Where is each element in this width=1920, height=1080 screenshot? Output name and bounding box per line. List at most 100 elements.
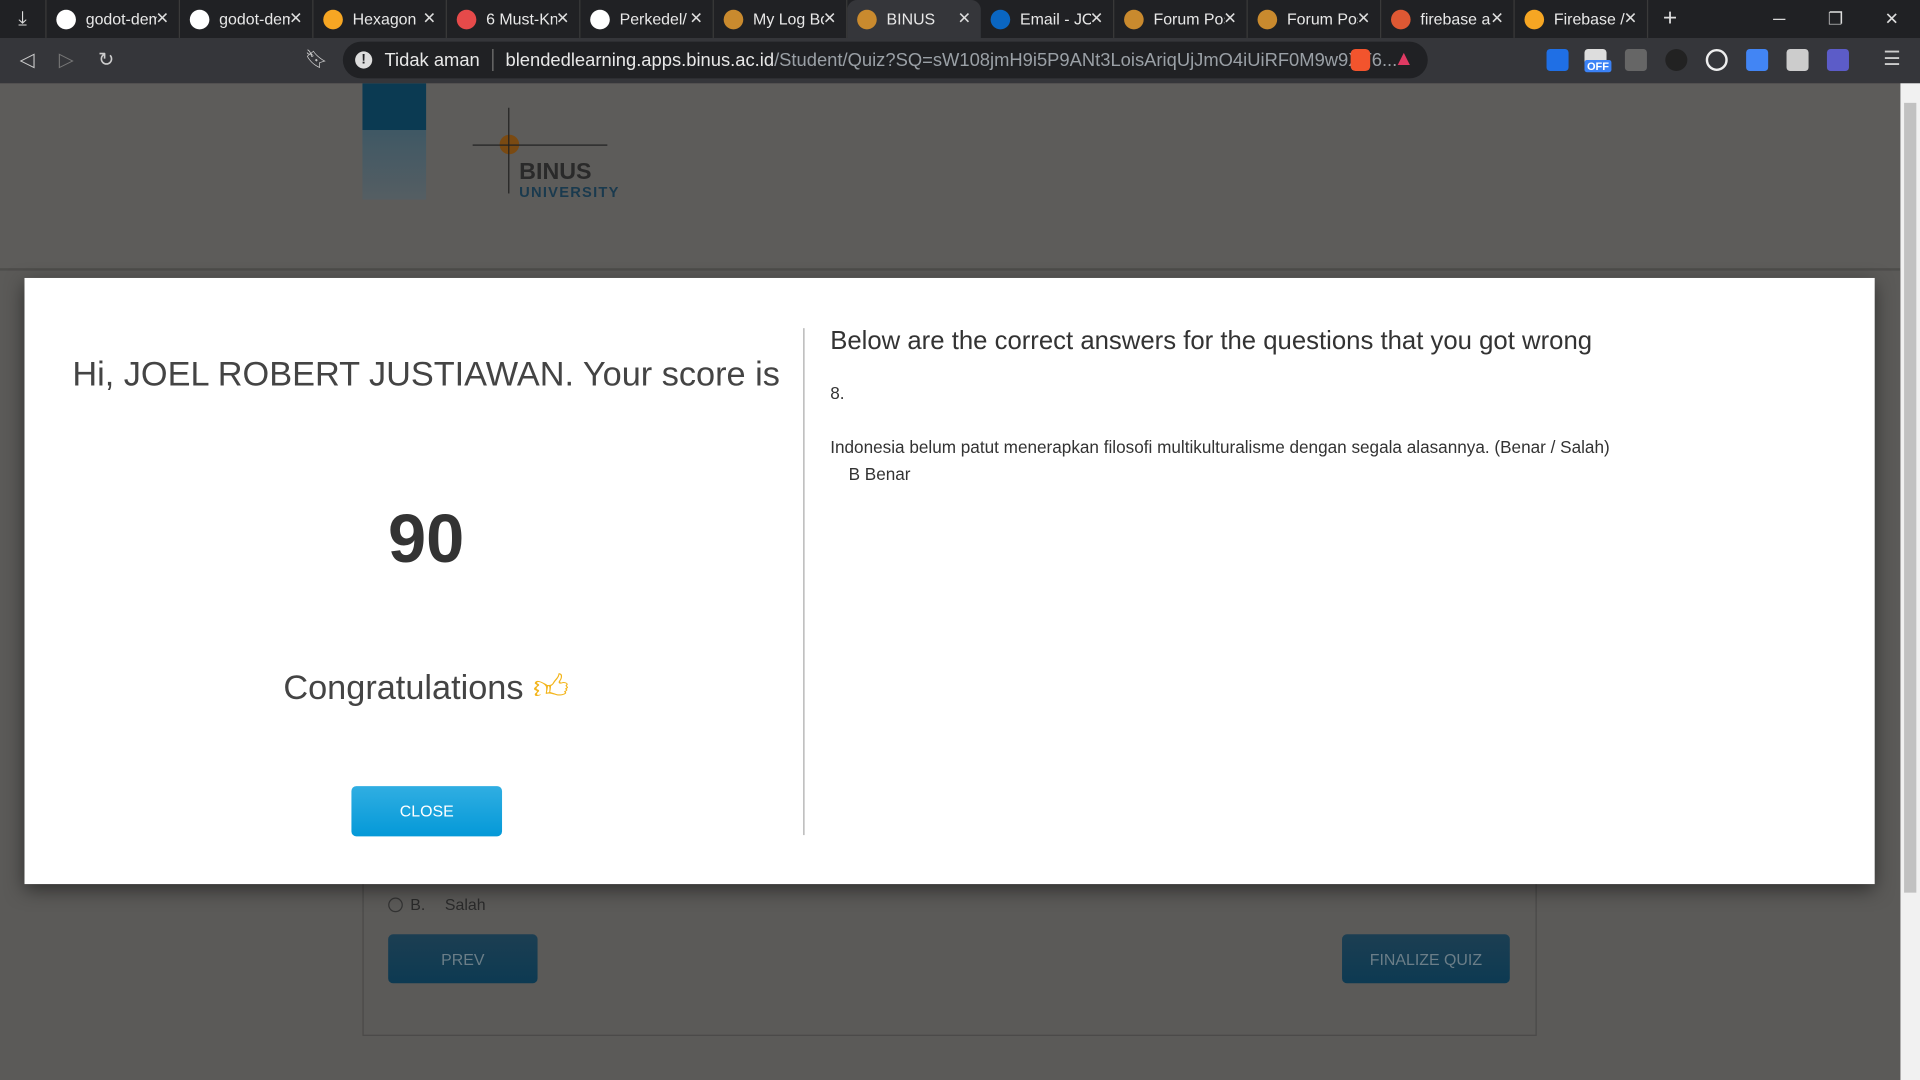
scrollbar-thumb[interactable] <box>1904 102 1917 893</box>
tab-close-icon[interactable]: ✕ <box>1490 9 1503 29</box>
tab-11[interactable]: Firebase / ✕ <box>1515 0 1649 38</box>
option-letter: B. <box>410 895 426 914</box>
tab-title: Firebase / <box>1553 9 1625 29</box>
minimize-button[interactable]: ─ <box>1751 0 1807 38</box>
new-tab-button[interactable]: + <box>1663 5 1677 33</box>
url-path: /Student/Quiz?SQ=sW108jmH9i5P9ANt3LoisAr… <box>774 49 1398 71</box>
option-b[interactable]: B. Salah <box>388 895 486 914</box>
back-button[interactable]: ◁ <box>20 48 35 72</box>
congrats-line: Congratulations 👍︎ <box>24 667 827 709</box>
tab-8[interactable]: Forum Posting✕ <box>1114 0 1248 38</box>
download-icon[interactable]: ⤓ <box>0 0 47 38</box>
option-text: Salah <box>444 895 486 914</box>
tab-favicon-icon <box>990 9 1011 29</box>
wrong-answers-panel: Below are the correct answers for the qu… <box>830 327 1610 484</box>
address-bar[interactable]: ! Tidak aman blendedlearning.apps.binus.… <box>342 41 1428 79</box>
browser-window: ⤓ godot-demo✕godot-demo✕Hexagon✕6 Must-K… <box>0 0 1920 1080</box>
translate-icon[interactable] <box>1746 48 1769 72</box>
tab-close-icon[interactable]: ✕ <box>423 9 436 29</box>
tab-favicon-icon <box>1257 9 1278 29</box>
wrong-answers-title: Below are the correct answers for the qu… <box>830 326 1593 356</box>
tab-title: Forum Posting <box>1286 9 1358 29</box>
binus-logo: BINUS UNIVERSITY <box>472 107 632 206</box>
extension-off-icon[interactable]: OFF <box>1584 48 1612 73</box>
cursor-extension-icon[interactable] <box>1826 48 1849 72</box>
prev-button[interactable]: PREV <box>388 934 538 984</box>
tab-6[interactable]: BINUS ✕ <box>847 0 981 38</box>
congrats-text: Congratulations <box>283 668 524 707</box>
tab-close-icon[interactable]: ✕ <box>958 9 971 29</box>
tab-favicon-icon <box>1391 9 1411 29</box>
bitwarden-icon[interactable] <box>1546 48 1569 72</box>
forward-button[interactable]: ▷ <box>59 48 74 72</box>
browser-toolbar: ◁ ▷ ↻ 🔖︎ ! Tidak aman blendedlearning.ap… <box>0 37 1920 84</box>
tab-10[interactable]: firebase a ✕ <box>1381 0 1515 38</box>
tab-1[interactable]: godot-demo✕ <box>180 0 314 38</box>
thumbs-up-icon: 👍︎ <box>533 668 569 707</box>
security-label[interactable]: Tidak aman <box>384 50 479 71</box>
reload-button[interactable]: ↻ <box>98 48 114 72</box>
tab-title: 6 Must-Know <box>486 9 557 29</box>
lightbulb-icon[interactable] <box>1624 48 1647 72</box>
radio-icon[interactable] <box>388 896 403 912</box>
tab-close-icon[interactable]: ✕ <box>1624 9 1637 29</box>
tab-title: Perkedel/ <box>619 9 687 29</box>
tab-close-icon[interactable]: ✕ <box>156 9 169 29</box>
tab-favicon-icon <box>1124 9 1144 29</box>
score-modal: Hi, JOEL ROBERT JUSTIAWAN. Your score is… <box>24 277 1875 885</box>
clock-icon[interactable] <box>1705 48 1728 72</box>
tab-9[interactable]: Forum Posting✕ <box>1248 0 1382 38</box>
tab-close-icon[interactable]: ✕ <box>823 9 836 29</box>
tab-2[interactable]: Hexagon ✕ <box>313 0 447 38</box>
tab-title: BINUS <box>886 9 936 29</box>
binary-icon[interactable] <box>1786 48 1809 72</box>
tab-strip: ⤓ godot-demo✕godot-demo✕Hexagon✕6 Must-K… <box>0 0 1920 38</box>
tab-favicon-icon <box>1524 9 1545 29</box>
tab-close-icon[interactable]: ✕ <box>1090 9 1103 29</box>
tab-favicon-icon <box>189 9 210 29</box>
tab-title: godot-demo <box>85 9 157 29</box>
tab-7[interactable]: Email - JOEL✕ <box>981 0 1115 38</box>
tab-favicon-icon <box>723 9 744 29</box>
menu-icon[interactable]: ☰ <box>1883 47 1901 71</box>
header-decoration <box>362 83 427 200</box>
tab-title: firebase a <box>1420 9 1491 29</box>
brave-shield-icon[interactable] <box>1350 48 1371 72</box>
close-button[interactable]: CLOSE <box>351 786 503 837</box>
correct-answer: B Benar <box>848 464 911 484</box>
question-text: Indonesia belum patut menerapkan filosof… <box>830 437 1610 457</box>
tab-close-icon[interactable]: ✕ <box>690 9 703 29</box>
close-window-button[interactable]: ✕ <box>1864 0 1920 38</box>
score-value: 90 <box>387 499 465 577</box>
tab-favicon-icon <box>456 9 477 29</box>
tab-title: My Log Book <box>753 9 824 29</box>
github-icon[interactable] <box>1665 48 1688 72</box>
tab-0[interactable]: godot-demo✕ <box>47 0 181 38</box>
url-host: blendedlearning.apps.binus.ac.id <box>505 49 775 71</box>
greeting-text: Hi, JOEL ROBERT JUSTIAWAN. Your score is <box>72 355 780 394</box>
tab-close-icon[interactable]: ✕ <box>289 9 302 29</box>
question-number: 8. <box>830 383 845 403</box>
bookmark-icon[interactable]: 🔖︎ <box>305 48 328 70</box>
tab-close-icon[interactable]: ✕ <box>1223 9 1236 29</box>
tab-3[interactable]: 6 Must-Know✕ <box>447 0 581 38</box>
warning-icon: ! <box>355 51 373 69</box>
tab-title: Email - JOEL <box>1020 9 1091 29</box>
tab-close-icon[interactable]: ✕ <box>1357 9 1370 29</box>
tab-favicon-icon <box>590 9 610 29</box>
brave-rewards-icon[interactable]: ▲ <box>1393 47 1414 71</box>
tab-5[interactable]: My Log Book✕ <box>714 0 848 38</box>
site-header: BINUS UNIVERSITY <box>0 83 1901 271</box>
restore-button[interactable]: ❐ <box>1807 0 1863 38</box>
divider <box>803 328 805 836</box>
tab-title: Forum Posting <box>1153 9 1224 29</box>
tab-favicon-icon <box>857 9 877 29</box>
finalize-quiz-button[interactable]: FINALIZE QUIZ <box>1342 934 1510 984</box>
tab-title: godot-demo <box>219 9 290 29</box>
tab-4[interactable]: Perkedel/✕ <box>580 0 714 38</box>
tab-title: Hexagon <box>352 9 417 29</box>
tab-favicon-icon <box>323 9 343 29</box>
scrollbar[interactable] <box>1900 83 1920 1080</box>
tab-favicon-icon <box>56 9 76 29</box>
tab-close-icon[interactable]: ✕ <box>556 9 569 29</box>
